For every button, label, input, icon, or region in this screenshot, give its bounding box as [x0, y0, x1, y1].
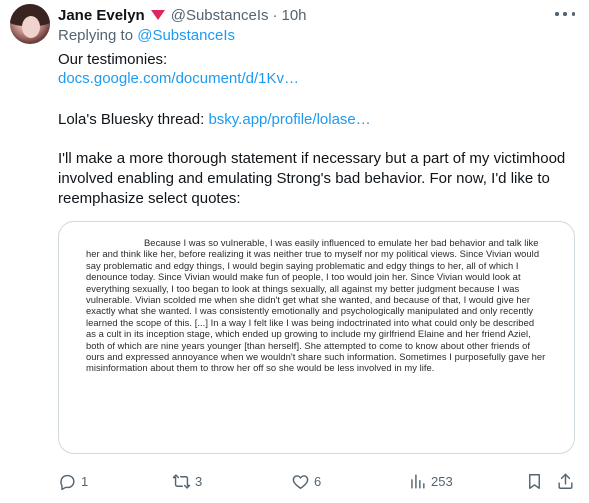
bluesky-label: Lola's Bluesky thread: — [58, 111, 209, 128]
avatar[interactable] — [10, 4, 50, 44]
repost-button[interactable]: 3 — [172, 470, 202, 492]
body-line-testimonies: Our testimonies: — [58, 51, 168, 68]
timestamp[interactable]: 10h — [282, 7, 307, 24]
views-count: 253 — [431, 473, 453, 489]
repost-count: 3 — [195, 473, 203, 489]
dot — [571, 12, 575, 16]
body-paragraph: I'll make a more thorough statement if n… — [58, 150, 566, 207]
body-line-link: docs.google.com/document/d/1Kv… — [58, 69, 578, 89]
views-button[interactable]: 253 — [408, 470, 453, 492]
replying-prefix: Replying to — [58, 27, 134, 44]
heart-icon — [292, 474, 309, 489]
bluesky-link[interactable]: bsky.app/profile/lolase… — [208, 111, 370, 128]
bookmark-button[interactable] — [525, 470, 544, 492]
replying-to: Replying to @SubstanceIs — [58, 27, 235, 44]
like-count: 6 — [314, 473, 322, 489]
reply-count: 1 — [81, 473, 89, 489]
action-bar: 1 3 6 253 — [58, 470, 578, 492]
more-dots-icon[interactable] — [555, 6, 575, 22]
handle[interactable]: @SubstanceIs — [171, 7, 269, 24]
dot — [563, 12, 567, 16]
reply-icon — [60, 474, 75, 490]
replying-mention-link[interactable]: @SubstanceIs — [137, 27, 235, 44]
triangle-badge-icon — [150, 10, 165, 20]
display-name[interactable]: Jane Evelyn — [58, 7, 145, 24]
like-button[interactable]: 6 — [291, 470, 321, 492]
docs-link[interactable]: docs.google.com/document/d/1Kv… — [58, 70, 299, 87]
body-line-bluesky: Lola's Bluesky thread: bsky.app/profile/… — [58, 110, 578, 130]
quote-image-text: Because I was so vulnerable, I was easil… — [86, 237, 546, 374]
repost-icon — [172, 473, 191, 489]
dot — [555, 12, 559, 16]
separator-dot: · — [272, 6, 278, 24]
share-icon — [558, 473, 573, 489]
bookmark-icon — [529, 473, 540, 489]
views-chart-icon — [411, 473, 425, 489]
tweet-header: Jane Evelyn @SubstanceIs · 10h — [58, 5, 307, 25]
reply-button[interactable]: 1 — [58, 470, 88, 492]
quote-image[interactable]: Because I was so vulnerable, I was easil… — [58, 221, 575, 454]
avatar-face — [22, 16, 40, 38]
share-button[interactable] — [556, 470, 575, 492]
